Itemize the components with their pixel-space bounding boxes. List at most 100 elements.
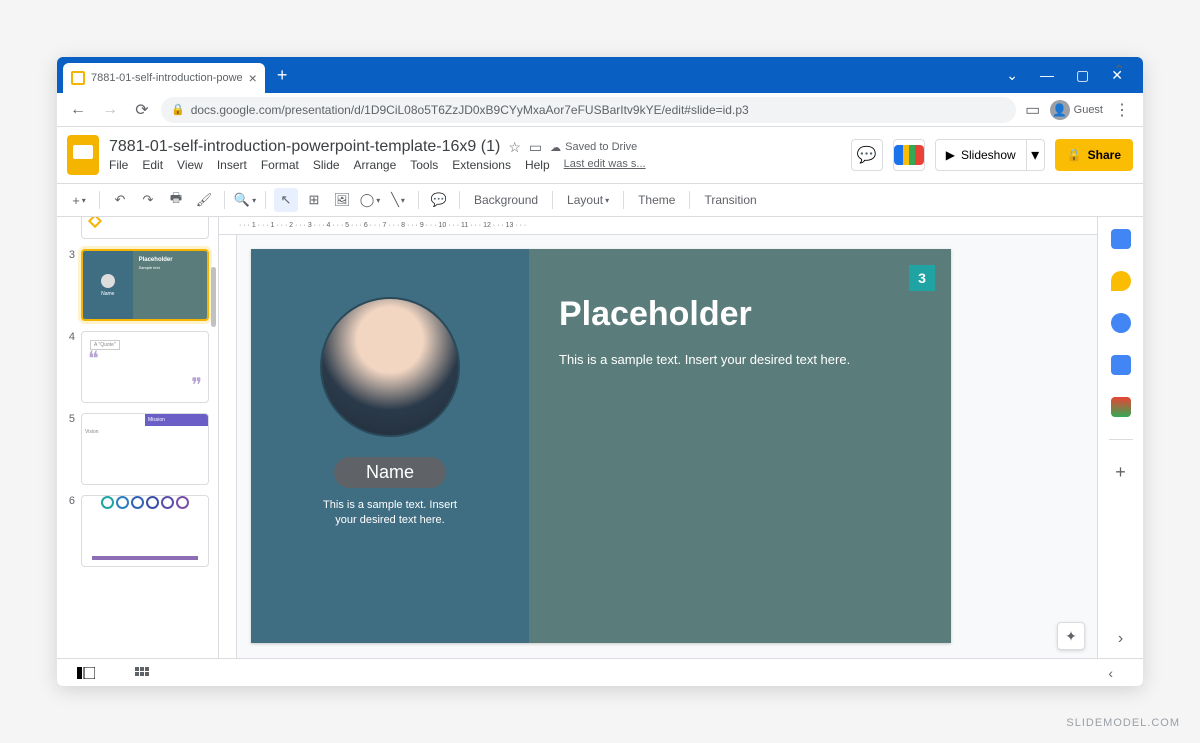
side-panel: + › <box>1097 217 1143 658</box>
scrollbar-thumb[interactable] <box>211 267 216 327</box>
slide-thumb-6[interactable] <box>81 495 209 567</box>
slides-logo[interactable] <box>67 135 99 175</box>
filmstrip-view-icon[interactable] <box>77 666 95 680</box>
paint-format-button[interactable]: 🖌 <box>192 188 216 212</box>
slide-thumb-3[interactable]: Name PlaceholderSample text <box>81 249 209 321</box>
close-tab-icon[interactable]: × <box>249 70 257 86</box>
explore-button[interactable]: ✦ <box>1057 622 1085 650</box>
slideshow-dropdown[interactable]: ▾ <box>1027 139 1045 171</box>
background-button[interactable]: Background <box>468 193 544 207</box>
saved-to-drive[interactable]: ☁ Saved to Drive <box>550 141 637 154</box>
collapse-thumbs-icon[interactable]: ‹ <box>1108 665 1113 681</box>
slide-canvas[interactable]: Name This is a sample text. Insert your … <box>237 235 1097 658</box>
maps-icon[interactable] <box>1111 397 1131 417</box>
avatar-image[interactable] <box>320 297 460 437</box>
profile-chip[interactable]: 👤 Guest <box>1050 100 1103 120</box>
thumb-number: 6 <box>65 495 75 567</box>
left-subtitle[interactable]: This is a sample text. Insert your desir… <box>315 498 465 529</box>
maximize-button[interactable]: ▢ <box>1076 67 1089 84</box>
reload-button[interactable]: ⟳ <box>129 97 155 123</box>
star-icon[interactable]: ☆ <box>508 139 521 156</box>
lock-icon: 🔒 <box>1067 148 1082 162</box>
move-icon[interactable]: ▭ <box>529 139 542 156</box>
redo-button[interactable]: ↷ <box>136 188 160 212</box>
menu-view[interactable]: View <box>177 158 203 172</box>
slide-number-badge: 3 <box>909 265 935 291</box>
menu-file[interactable]: File <box>109 158 128 172</box>
tasks-icon[interactable] <box>1111 313 1131 333</box>
back-button[interactable]: ← <box>65 97 91 123</box>
reader-mode-icon[interactable]: ▭ <box>1022 99 1044 121</box>
collapse-toolbar-icon[interactable]: ⌃ <box>1113 62 1125 79</box>
watermark: SLIDEMODEL.COM <box>1066 717 1180 729</box>
tab-title: 7881-01-self-introduction-powe <box>91 72 243 84</box>
menu-insert[interactable]: Insert <box>217 158 247 172</box>
address-bar: ← → ⟳ 🔒 docs.google.com/presentation/d/1… <box>57 93 1143 127</box>
placeholder-title[interactable]: Placeholder <box>559 295 921 334</box>
new-tab-button[interactable]: + <box>277 65 288 86</box>
menubar: File Edit View Insert Format Slide Arran… <box>109 158 841 172</box>
contacts-icon[interactable] <box>1111 355 1131 375</box>
window-titlebar: 7881-01-self-introduction-powe × + ⌄ — ▢… <box>57 57 1143 93</box>
last-edit-link[interactable]: Last edit was s... <box>564 158 646 172</box>
zoom-button[interactable]: 🔍▾ <box>233 188 257 212</box>
menu-slide[interactable]: Slide <box>313 158 340 172</box>
url-field[interactable]: 🔒 docs.google.com/presentation/d/1D9CiL0… <box>161 97 1016 123</box>
line-tool[interactable]: ╲▾ <box>386 188 410 212</box>
thumb-number: 4 <box>65 331 75 403</box>
menu-extensions[interactable]: Extensions <box>452 158 511 172</box>
toolbar: +▾ ↶ ↷ 🖶 🖌 🔍▾ ↖ ⊞ 🖼 ◯▾ ╲▾ 💬 Background L… <box>57 183 1143 217</box>
slide-thumb-2[interactable] <box>81 217 209 239</box>
shape-tool[interactable]: ◯▾ <box>358 188 382 212</box>
lock-icon: 🔒 <box>171 103 185 116</box>
print-button[interactable]: 🖶 <box>164 188 188 212</box>
cloud-icon: ☁ <box>550 141 561 154</box>
comments-icon[interactable]: 💬 <box>851 139 883 171</box>
slide-left-panel: Name This is a sample text. Insert your … <box>251 249 529 643</box>
chevron-down-icon[interactable]: ⌄ <box>1006 67 1018 84</box>
vertical-ruler <box>219 235 237 658</box>
textbox-tool[interactable]: ⊞ <box>302 188 326 212</box>
comment-tool[interactable]: 💬 <box>427 188 451 212</box>
browser-menu-icon[interactable]: ⋮ <box>1109 97 1135 123</box>
new-slide-button[interactable]: +▾ <box>67 188 91 212</box>
canvas-area: · · · 1 · · · 1 · · · 2 · · · 3 · · · 4 … <box>219 217 1097 658</box>
menu-format[interactable]: Format <box>261 158 299 172</box>
add-addon-button[interactable]: + <box>1111 462 1131 482</box>
undo-button[interactable]: ↶ <box>108 188 132 212</box>
horizontal-ruler: · · · 1 · · · 1 · · · 2 · · · 3 · · · 4 … <box>219 217 1097 235</box>
slideshow-button[interactable]: ▶ Slideshow <box>935 139 1027 171</box>
browser-tab[interactable]: 7881-01-self-introduction-powe × <box>63 63 265 93</box>
menu-tools[interactable]: Tools <box>410 158 438 172</box>
select-tool[interactable]: ↖ <box>274 188 298 212</box>
layout-button[interactable]: Layout ▾ <box>561 193 615 207</box>
slide-right-panel: 3 Placeholder This is a sample text. Ins… <box>529 249 951 643</box>
meet-button[interactable] <box>893 139 925 171</box>
transition-button[interactable]: Transition <box>698 193 762 207</box>
keep-icon[interactable] <box>1111 271 1131 291</box>
browser-window: 7881-01-self-introduction-powe × + ⌄ — ▢… <box>57 57 1143 686</box>
forward-button[interactable]: → <box>97 97 123 123</box>
minimize-button[interactable]: — <box>1040 67 1054 84</box>
share-button[interactable]: 🔒 Share <box>1055 139 1133 171</box>
calendar-icon[interactable] <box>1111 229 1131 249</box>
slide-thumb-4[interactable]: A "Quote" ❝❞ <box>81 331 209 403</box>
grid-view-icon[interactable] <box>135 666 153 680</box>
main-area: 3 Name PlaceholderSample text 4 A "Quote… <box>57 217 1143 658</box>
placeholder-subtitle[interactable]: This is a sample text. Insert your desir… <box>559 352 921 367</box>
doc-title[interactable]: 7881-01-self-introduction-powerpoint-tem… <box>109 138 500 156</box>
slide-thumb-5[interactable]: Mission Vision <box>81 413 209 485</box>
play-icon: ▶ <box>946 148 955 162</box>
url-text: docs.google.com/presentation/d/1D9CiL08o… <box>191 103 749 117</box>
menu-help[interactable]: Help <box>525 158 550 172</box>
image-tool[interactable]: 🖼 <box>330 188 354 212</box>
menu-arrange[interactable]: Arrange <box>354 158 397 172</box>
thumb-number: 3 <box>65 249 75 321</box>
avatar-icon: 👤 <box>1050 100 1070 120</box>
theme-button[interactable]: Theme <box>632 193 681 207</box>
name-pill[interactable]: Name <box>334 457 446 488</box>
hide-sidepanel-icon[interactable]: › <box>1118 630 1123 648</box>
menu-edit[interactable]: Edit <box>142 158 163 172</box>
slide-thumbnails[interactable]: 3 Name PlaceholderSample text 4 A "Quote… <box>57 217 219 658</box>
current-slide[interactable]: Name This is a sample text. Insert your … <box>251 249 951 643</box>
